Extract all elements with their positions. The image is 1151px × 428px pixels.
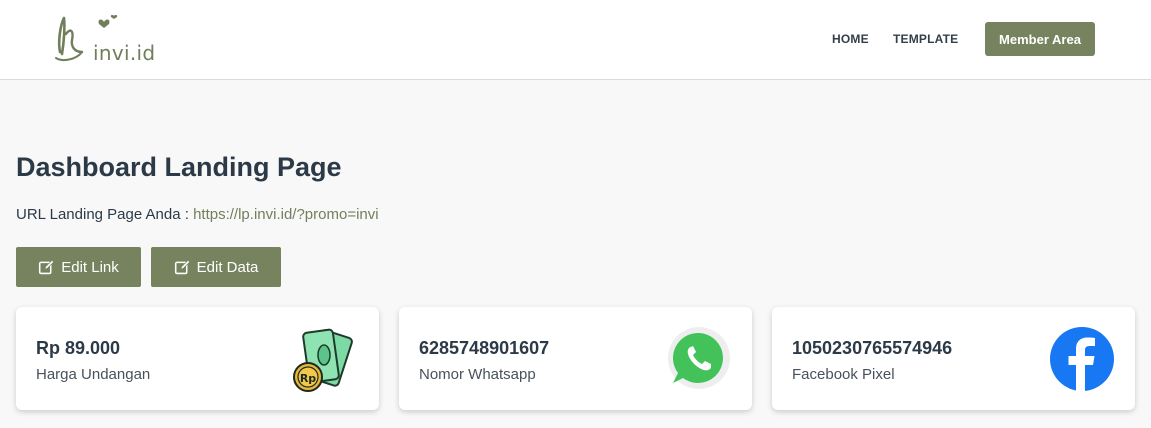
price-label: Harga Undangan <box>36 366 151 383</box>
url-label: URL Landing Page Anda : <box>16 206 194 223</box>
svg-text:Rp: Rp <box>300 372 316 385</box>
price-value: Rp 89.000 <box>36 338 121 358</box>
page-title: Dashboard Landing Page <box>16 152 342 182</box>
member-area-button[interactable]: Member Area <box>985 22 1095 56</box>
landing-url-line: URL Landing Page Anda : https://lp.invi.… <box>16 206 379 223</box>
whatsapp-number: 6285748901607 <box>419 338 550 358</box>
edit-data-button[interactable]: Edit Data <box>151 247 281 287</box>
facebook-pixel-card: 1050230765574946 Facebook Pixel <box>772 307 1135 410</box>
price-card: Rp 89.000 Harga Undangan Rp <box>16 307 379 410</box>
nav-home[interactable]: HOME <box>832 32 869 46</box>
edit-link-label: Edit Link <box>61 258 119 276</box>
nav-template[interactable]: TEMPLATE <box>893 32 958 46</box>
facebook-icon <box>1050 327 1114 391</box>
facebook-pixel-label: Facebook Pixel <box>792 366 895 383</box>
facebook-pixel-value: 1050230765574946 <box>792 338 953 358</box>
edit-icon <box>174 259 190 274</box>
edit-data-label: Edit Data <box>196 258 259 276</box>
landing-url[interactable]: https://lp.invi.id/?promo=invi <box>193 206 379 223</box>
whatsapp-label: Nomor Whatsapp <box>419 366 536 383</box>
whatsapp-icon <box>668 327 730 389</box>
top-navbar: invi.id HOME TEMPLATE Member Area <box>0 0 1151 80</box>
logo-text: invi.id <box>93 41 156 65</box>
money-icon: Rp <box>293 328 353 392</box>
invi-logo[interactable]: invi.id <box>52 12 162 68</box>
edit-icon <box>39 259 55 274</box>
whatsapp-card: 6285748901607 Nomor Whatsapp <box>399 307 752 410</box>
edit-link-button[interactable]: Edit Link <box>16 247 141 287</box>
